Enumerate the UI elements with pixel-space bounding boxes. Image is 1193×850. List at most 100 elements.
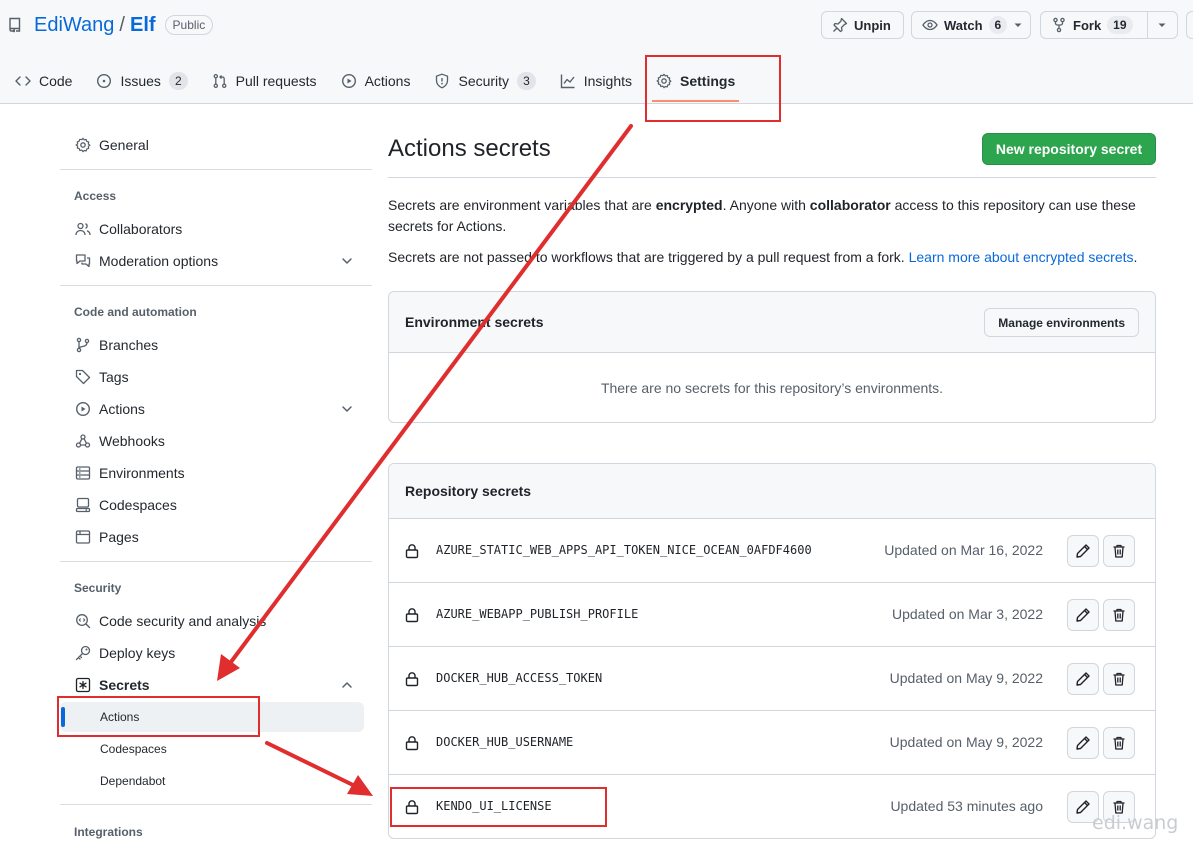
sidebar-item-label: Collaborators	[99, 221, 183, 237]
secret-row: DOCKER_HUB_USERNAME Updated on May 9, 20…	[389, 711, 1155, 775]
sidebar-heading-integrations: Integrations	[74, 825, 143, 839]
watermark: edi.wang	[1092, 812, 1179, 834]
sidebar-subitem-secrets-codespaces[interactable]: Codespaces	[60, 734, 364, 764]
sidebar-item-webhooks[interactable]: Webhooks	[60, 425, 372, 457]
sidebar-item-label: Code security and analysis	[99, 613, 267, 629]
secret-updated: Updated on Mar 16, 2022	[884, 542, 1043, 558]
sidebar-item-moderation[interactable]: Moderation options	[60, 245, 372, 277]
tab-count: 2	[168, 72, 188, 90]
chevron-down-icon	[340, 254, 354, 268]
unpin-button[interactable]: Unpin	[821, 11, 904, 39]
fork-dropdown[interactable]	[1147, 12, 1176, 38]
tab-code[interactable]: Code	[0, 62, 84, 100]
trash-icon	[1111, 543, 1127, 559]
issue-opened-icon	[96, 73, 112, 89]
repository-secrets-heading: Repository secrets	[405, 483, 532, 499]
repo-owner-link[interactable]: EdiWang	[34, 14, 114, 37]
trash-icon	[1111, 671, 1127, 687]
sidebar-item-label: Pages	[99, 529, 139, 545]
browser-icon	[75, 529, 91, 545]
watch-label: Watch	[944, 17, 983, 33]
watch-button[interactable]: Watch 6	[911, 11, 1031, 39]
sidebar-subitem-secrets-dependabot[interactable]: Dependabot	[60, 766, 364, 796]
sidebar-item-label: Moderation options	[99, 253, 219, 269]
server-icon	[75, 465, 91, 481]
sidebar-item-general[interactable]: General	[60, 129, 372, 161]
chevron-down-icon	[340, 402, 354, 416]
new-repository-secret-button[interactable]: New repository secret	[982, 133, 1156, 165]
sidebar-item-tags[interactable]: Tags	[60, 361, 372, 393]
people-icon	[75, 221, 91, 237]
secret-updated: Updated 53 minutes ago	[890, 798, 1043, 814]
delete-secret-button[interactable]	[1103, 535, 1135, 567]
secret-updated: Updated on May 9, 2022	[889, 670, 1043, 686]
sidebar-item-environments[interactable]: Environments	[60, 457, 372, 489]
repository-secrets-box: Repository secrets AZURE_STATIC_WEB_APPS…	[388, 463, 1156, 839]
visibility-badge: Public	[164, 15, 214, 35]
star-button-edge[interactable]	[1186, 11, 1193, 39]
delete-secret-button[interactable]	[1103, 663, 1135, 695]
secret-name: DOCKER_HUB_ACCESS_TOKEN	[436, 671, 603, 685]
pencil-icon	[1075, 543, 1091, 559]
fork-label: Fork	[1073, 17, 1102, 33]
sidebar-item-label: Secrets	[99, 677, 150, 693]
fork-notice: Secrets are not passed to workflows that…	[388, 247, 1148, 268]
shield-icon	[434, 73, 450, 89]
edit-secret-button[interactable]	[1067, 599, 1099, 631]
tab-insights[interactable]: Insights	[548, 62, 644, 100]
secret-name: AZURE_STATIC_WEB_APPS_API_TOKEN_NICE_OCE…	[436, 543, 812, 557]
environment-secrets-heading: Environment secrets	[405, 314, 544, 330]
key-icon	[75, 645, 91, 661]
sidebar-item-branches[interactable]: Branches	[60, 329, 372, 361]
secret-row: AZURE_STATIC_WEB_APPS_API_TOKEN_NICE_OCE…	[389, 519, 1155, 583]
lock-icon	[405, 607, 419, 623]
unpin-label: Unpin	[854, 17, 891, 33]
sidebar-item-label: Deploy keys	[99, 645, 176, 661]
tab-security[interactable]: Security 3	[422, 62, 547, 100]
sidebar-item-codespaces[interactable]: Codespaces	[60, 489, 372, 521]
fork-button[interactable]: Fork 19	[1040, 11, 1178, 39]
watch-count: 6	[988, 16, 1008, 34]
sidebar-item-deploy-keys[interactable]: Deploy keys	[60, 637, 372, 669]
desc-emphasis: encrypted	[655, 197, 723, 213]
edit-secret-button[interactable]	[1067, 535, 1099, 567]
tab-label: Insights	[583, 73, 632, 89]
tab-issues[interactable]: Issues 2	[84, 62, 199, 100]
tab-actions[interactable]: Actions	[329, 62, 423, 100]
webhook-icon	[75, 433, 91, 449]
delete-secret-button[interactable]	[1103, 599, 1135, 631]
edit-secret-button[interactable]	[1067, 727, 1099, 759]
delete-secret-button[interactable]	[1103, 727, 1135, 759]
desc-text: Secrets are environment variables that a…	[388, 197, 656, 213]
codespaces-icon	[75, 497, 91, 513]
sidebar-heading-code-automation: Code and automation	[74, 305, 197, 319]
repo-name-link[interactable]: Elf	[130, 14, 156, 37]
play-icon	[75, 401, 91, 417]
sidebar-item-code-security[interactable]: Code security and analysis	[60, 605, 372, 637]
sidebar-divider	[60, 561, 372, 562]
tab-pull-requests[interactable]: Pull requests	[200, 62, 329, 100]
manage-environments-button[interactable]: Manage environments	[984, 308, 1139, 337]
sidebar-subitem-label: Dependabot	[100, 774, 166, 788]
chevron-down-icon	[1013, 20, 1023, 30]
edit-secret-button[interactable]	[1067, 663, 1099, 695]
annotation-box-actions	[57, 696, 260, 737]
sidebar-heading-security: Security	[74, 581, 122, 595]
secret-name: DOCKER_HUB_USERNAME	[436, 735, 574, 749]
sidebar-item-actions[interactable]: Actions	[60, 393, 372, 425]
fork-count: 19	[1107, 16, 1133, 34]
pencil-icon	[1075, 799, 1091, 815]
desc-text: .	[1133, 249, 1138, 265]
repo-forked-icon	[1051, 17, 1067, 33]
sidebar-item-pages[interactable]: Pages	[60, 521, 372, 553]
repo-title: EdiWang / Elf Public	[8, 12, 214, 38]
secret-updated: Updated on May 9, 2022	[889, 734, 1043, 750]
learn-more-link[interactable]: Learn more about encrypted secrets	[909, 249, 1134, 265]
tab-label: Security	[458, 73, 510, 89]
git-branch-icon	[75, 337, 91, 353]
comment-discussion-icon	[75, 253, 91, 269]
secret-updated: Updated on Mar 3, 2022	[892, 606, 1043, 622]
sidebar-item-collaborators[interactable]: Collaborators	[60, 213, 372, 245]
secret-row: AZURE_WEBAPP_PUBLISH_PROFILE Updated on …	[389, 583, 1155, 647]
repository-secrets-header: Repository secrets	[389, 464, 1155, 519]
